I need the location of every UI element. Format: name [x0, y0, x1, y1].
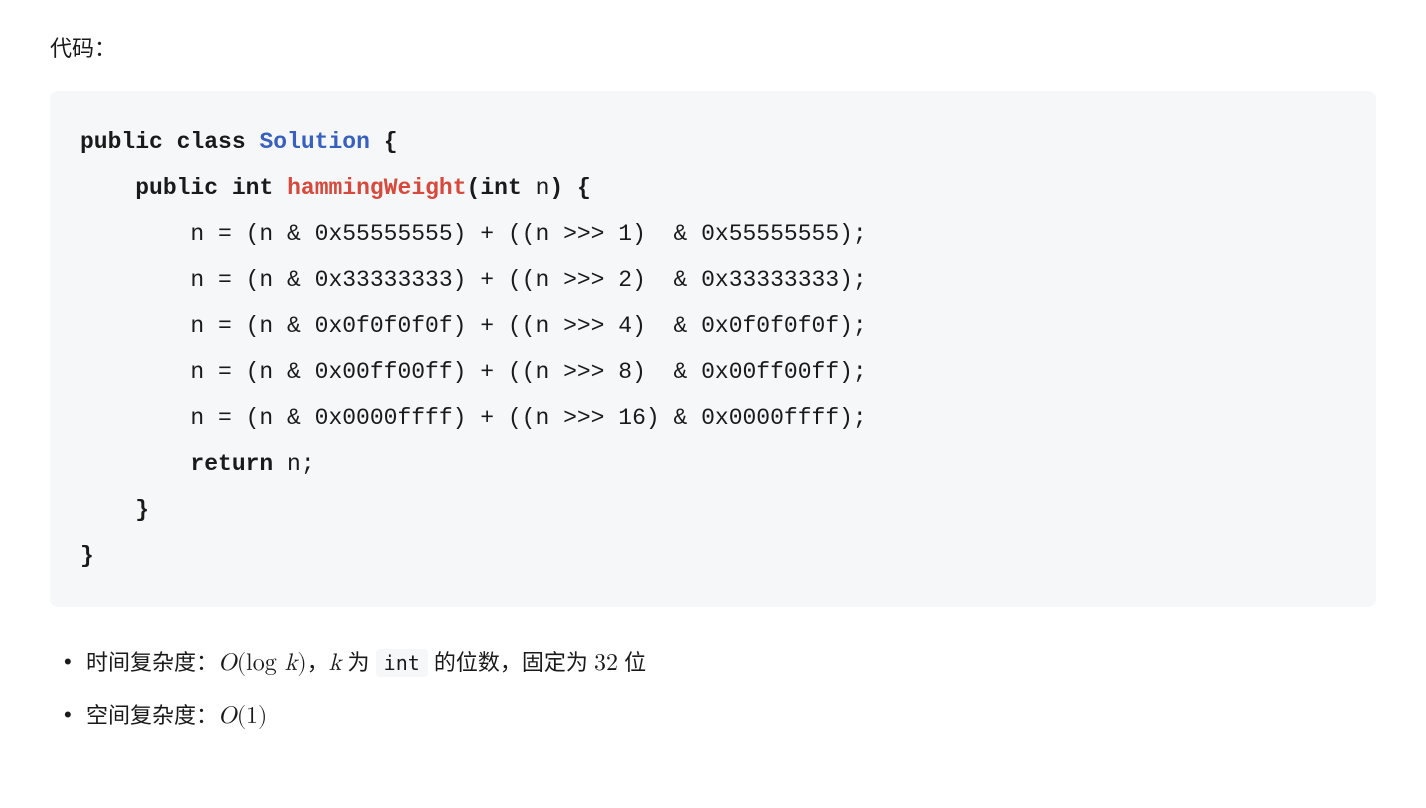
code-rest: n;: [273, 451, 314, 477]
complexity-list: 时间复杂度：O(log k)，k 为 int 的位数，固定为 32 位 空间复杂…: [50, 643, 1376, 737]
time-complexity-label: 时间复杂度：: [86, 650, 218, 675]
keyword-public: public: [135, 175, 218, 201]
param-type: int: [480, 175, 521, 201]
code-line: n = (n & 0x00ff00ff) + ((n >>> 8) & 0x00…: [80, 359, 867, 385]
code-line: n = (n & 0x0f0f0f0f) + ((n >>> 4) & 0x0f…: [80, 313, 867, 339]
brace-close: }: [80, 543, 94, 569]
text: 的位数，固定为: [428, 650, 594, 675]
comma: ，: [307, 650, 329, 675]
code-line: n = (n & 0x0000ffff) + ((n >>> 16) & 0x0…: [80, 405, 867, 431]
class-name: Solution: [259, 129, 369, 155]
brace: {: [563, 175, 591, 201]
text: 位: [618, 650, 646, 675]
num-32: 32: [594, 651, 618, 675]
big-o-expr: O(log k): [218, 651, 307, 675]
big-o-expr: O(1): [218, 704, 267, 728]
inline-code-int: int: [376, 649, 428, 677]
list-item: 时间复杂度：O(log k)，k 为 int 的位数，固定为 32 位: [58, 643, 1376, 684]
space-complexity-label: 空间复杂度：: [86, 703, 218, 728]
section-heading: 代码：: [50, 30, 1376, 67]
text: 为: [341, 650, 375, 675]
keyword-class: class: [177, 129, 246, 155]
brace: {: [384, 129, 398, 155]
paren: (: [467, 175, 481, 201]
code-block: public class Solution { public int hammi…: [50, 91, 1376, 607]
keyword-return: return: [190, 451, 273, 477]
paren: ): [549, 175, 563, 201]
code-line: n = (n & 0x33333333) + ((n >>> 2) & 0x33…: [80, 267, 867, 293]
param-name: n: [522, 175, 550, 201]
keyword-public: public: [80, 129, 163, 155]
list-item: 空间复杂度：O(1): [58, 696, 1376, 737]
code-line: n = (n & 0x55555555) + ((n >>> 1) & 0x55…: [80, 221, 867, 247]
brace-close: }: [80, 497, 149, 523]
type-int: int: [232, 175, 273, 201]
var-k: k: [329, 651, 342, 675]
method-name: hammingWeight: [287, 175, 466, 201]
